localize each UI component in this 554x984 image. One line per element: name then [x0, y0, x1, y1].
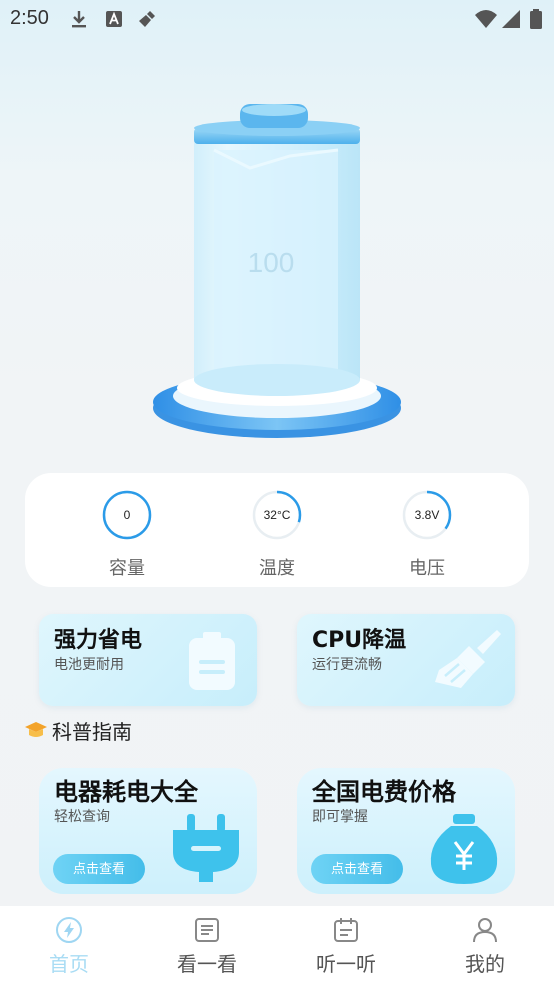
graduation-cap-icon: [25, 722, 47, 737]
voltage-ring: 3.8V: [401, 489, 453, 541]
cpu-cooling-subtitle: 运行更流畅: [312, 657, 382, 673]
cpu-cooling-card[interactable]: CPU降温 运行更流畅: [297, 614, 515, 706]
capacity-ring: 0: [101, 489, 153, 541]
download-icon: [72, 11, 86, 28]
appliance-card-subtitle: 轻松查询: [54, 809, 110, 825]
nav-home-label: 首页: [49, 952, 89, 976]
status-time: 2:50: [10, 7, 49, 29]
nav-listen-label: 听一听: [316, 952, 376, 976]
section-title: 科普指南: [52, 720, 132, 744]
battery-stats-card: 0 容量 32°C 温度 3.8V 电压: [25, 473, 529, 587]
stat-voltage: 3.8V 电压: [367, 489, 487, 580]
status-bar: 2:50: [0, 0, 554, 38]
lightning-icon: [56, 917, 82, 943]
power-saving-subtitle: 电池更耐用: [54, 657, 124, 673]
appliance-consumption-card[interactable]: 电器耗电大全 轻松查询 点击查看: [39, 768, 257, 894]
user-icon: [473, 918, 497, 943]
a-badge-icon: [106, 11, 122, 27]
stat-capacity: 0 容量: [67, 489, 187, 580]
battery-level-text: 100: [248, 247, 295, 278]
appliance-view-button[interactable]: 点击查看: [53, 854, 145, 884]
temperature-label: 温度: [259, 558, 295, 579]
nav-browse[interactable]: 看一看: [138, 906, 276, 984]
nav-home[interactable]: 首页: [0, 906, 138, 984]
battery-graphic: 100: [153, 104, 401, 438]
capacity-label: 容量: [109, 558, 145, 579]
nav-browse-label: 看一看: [177, 952, 237, 976]
battery-illustration: 100: [0, 38, 554, 468]
price-card-subtitle: 即可掌握: [312, 809, 368, 825]
plug-icon: [173, 814, 239, 882]
nav-mine[interactable]: 我的: [416, 906, 554, 984]
bottom-nav: 首页 看一看 听一听 我的: [0, 906, 554, 984]
battery-icon: [530, 9, 542, 29]
document-icon: [195, 918, 219, 942]
cpu-cooling-title: CPU降温: [312, 628, 407, 653]
price-view-button[interactable]: 点击查看: [311, 854, 403, 884]
battery-icon: [189, 632, 235, 690]
electricity-price-card[interactable]: 全国电费价格 即可掌握 点击查看: [297, 768, 515, 894]
voltage-value: 3.8V: [414, 508, 440, 522]
power-saving-title: 强力省电: [54, 628, 143, 653]
broom-icon: [435, 630, 501, 688]
stat-temperature: 32°C 温度: [217, 489, 337, 580]
nav-listen[interactable]: 听一听: [277, 906, 415, 984]
broom-icon: [139, 11, 155, 27]
calendar-icon: [334, 918, 358, 942]
signal-icon: [502, 10, 520, 28]
appliance-card-title: 电器耗电大全: [54, 778, 198, 806]
voltage-label: 电压: [409, 558, 445, 579]
power-saving-card[interactable]: 强力省电 电池更耐用: [39, 614, 257, 706]
capacity-value: 0: [123, 508, 131, 522]
money-bag-icon: [430, 814, 498, 884]
nav-mine-label: 我的: [465, 952, 505, 976]
wifi-icon: [475, 10, 497, 28]
price-card-title: 全国电费价格: [312, 778, 456, 806]
temperature-ring: 32°C: [251, 489, 303, 541]
temperature-value: 32°C: [263, 508, 291, 522]
